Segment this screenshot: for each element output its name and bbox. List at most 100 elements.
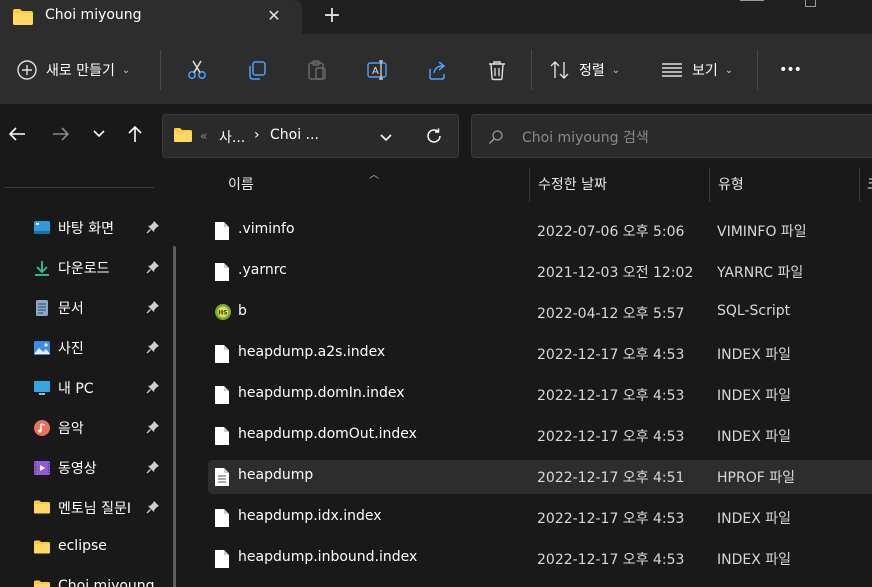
pin-icon	[146, 500, 160, 518]
file-icon	[214, 426, 230, 446]
address-dropdown-icon[interactable]	[379, 131, 393, 147]
back-button[interactable]	[2, 119, 32, 149]
video-icon	[33, 459, 51, 477]
file-type: YARNRC 파일	[717, 265, 804, 281]
tab-choi-miyoung[interactable]: Choi miyoung ✕	[0, 0, 302, 34]
file-row[interactable]: heapdump.inbound.index 2022-12-17 오후 4:5…	[208, 542, 872, 576]
file-name: heapdump	[238, 467, 314, 483]
sort-button[interactable]: 정렬 ⌄	[549, 52, 620, 88]
search-placeholder: Choi miyoung 검색	[522, 130, 649, 146]
folder-icon	[12, 8, 34, 30]
file-type: INDEX 파일	[717, 552, 792, 568]
sidebar-item-choi-miyoung[interactable]: Choi miyoung	[0, 568, 170, 587]
file-date: 2022-12-17 오후 4:53	[537, 552, 685, 568]
sort-icon	[550, 61, 569, 79]
view-button[interactable]: 보기 ⌄	[660, 52, 733, 88]
breadcrumb-separator: ›	[254, 127, 260, 143]
new-button-label: 새로 만들기	[46, 63, 115, 79]
column-header-date[interactable]: 수정한 날짜	[538, 174, 607, 194]
sort-label: 정렬	[579, 63, 605, 79]
file-date: 2022-12-17 오후 4:53	[537, 511, 685, 527]
sidebar-item-eclipse[interactable]: eclipse	[0, 528, 170, 568]
toolbar-divider	[757, 50, 758, 90]
file-date: 2022-12-17 오후 4:53	[537, 388, 685, 404]
toolbar-divider	[531, 50, 532, 90]
file-row[interactable]: heapdump.a2s.index 2022-12-17 오후 4:53 IN…	[208, 337, 872, 371]
sidebar-item-this-pc[interactable]: 내 PC	[0, 368, 170, 408]
column-divider[interactable]	[709, 168, 710, 202]
file-name: .viminfo	[238, 221, 295, 237]
view-label: 보기	[692, 63, 718, 79]
forward-button[interactable]	[46, 119, 76, 149]
download-icon	[33, 259, 51, 277]
sidebar-item-documents[interactable]: 문서	[0, 288, 170, 328]
breadcrumb-user[interactable]: 사...	[219, 127, 245, 147]
pictures-icon	[33, 339, 51, 357]
file-date: 2022-07-06 오후 5:06	[537, 224, 685, 240]
minimize-icon[interactable]	[740, 0, 764, 8]
paste-button[interactable]	[301, 54, 333, 86]
file-name: heapdump.idx.index	[238, 508, 382, 524]
address-bar[interactable]: « 사... › Choi ...	[162, 114, 459, 158]
file-row[interactable]: .yarnrc 2021-12-03 오전 12:02 YARNRC 파일	[208, 255, 872, 289]
sidebar-item-pictures[interactable]: 사진	[0, 328, 170, 368]
file-row[interactable]: HS b 2022-04-12 오후 5:57 SQL-Script	[208, 296, 872, 330]
up-button[interactable]	[120, 119, 150, 149]
delete-button[interactable]	[481, 54, 513, 86]
back-arrow-icon	[8, 127, 25, 141]
column-header-type[interactable]: 유형	[718, 174, 744, 194]
sidebar-item-music[interactable]: 음악	[0, 408, 170, 448]
new-button[interactable]: 새로 만들기 ⌄	[16, 52, 130, 88]
file-name: .yarnrc	[238, 262, 287, 278]
sidebar-item-mentor-folder[interactable]: 멘토님 질문I	[0, 488, 170, 528]
file-icon	[214, 344, 230, 364]
document-icon	[33, 299, 51, 317]
maximize-icon[interactable]	[805, 0, 816, 7]
toolbar-divider	[160, 50, 161, 90]
file-row[interactable]: heapdump.idx.index 2022-12-17 오후 4:53 IN…	[208, 501, 872, 535]
column-divider[interactable]	[529, 168, 530, 202]
file-name: heapdump.a2s.index	[238, 344, 386, 360]
svg-text:HS: HS	[218, 310, 227, 317]
cut-button[interactable]	[181, 54, 213, 86]
folder-icon	[33, 539, 51, 557]
new-tab-button[interactable]: +	[320, 3, 344, 29]
chevron-down-icon: ⌄	[121, 64, 131, 76]
file-icon	[214, 549, 230, 569]
file-type: INDEX 파일	[717, 511, 792, 527]
sort-ascending-icon: ︿	[369, 170, 379, 181]
column-header-size[interactable]: 크	[867, 174, 872, 194]
column-divider[interactable]	[859, 168, 860, 202]
file-row[interactable]: .viminfo 2022-07-06 오후 5:06 VIMINFO 파일	[208, 214, 872, 248]
command-bar: 새로 만들기 ⌄ A 정렬 ⌄ 보기 ⌄ •••	[0, 34, 872, 104]
up-arrow-icon	[128, 125, 142, 142]
file-row[interactable]: heapdump.domOut.index 2022-12-17 오후 4:53…	[208, 419, 872, 453]
refresh-icon[interactable]	[425, 127, 443, 149]
file-type: VIMINFO 파일	[717, 224, 807, 240]
copy-button[interactable]	[241, 54, 273, 86]
pin-icon	[146, 260, 160, 278]
sidebar-item-desktop[interactable]: 바탕 화면	[0, 208, 170, 248]
sidebar-item-downloads[interactable]: 다운로드	[0, 248, 170, 288]
rename-button[interactable]: A	[361, 54, 393, 86]
share-icon	[429, 61, 446, 80]
column-header-name[interactable]: 이름	[228, 174, 254, 194]
delete-icon	[489, 61, 505, 81]
sidebar-scrollbar[interactable]	[173, 246, 176, 587]
share-button[interactable]	[421, 54, 453, 86]
file-name: heapdump.inbound.index	[238, 549, 418, 565]
file-type: INDEX 파일	[717, 347, 792, 363]
sidebar-item-videos[interactable]: 동영상	[0, 448, 170, 488]
breadcrumb-overflow[interactable]: «	[200, 129, 207, 143]
sidebar-item-label: eclipse	[58, 538, 107, 554]
file-row[interactable]: heapdump.domIn.index 2022-12-17 오후 4:53 …	[208, 378, 872, 412]
recent-locations-button[interactable]	[84, 119, 114, 149]
pin-icon	[146, 380, 160, 398]
file-row-selected[interactable]: heapdump 2022-12-17 오후 4:51 HPROF 파일	[208, 460, 872, 494]
more-options-icon[interactable]: •••	[774, 54, 806, 86]
close-tab-icon[interactable]: ✕	[264, 4, 284, 28]
sidebar-item-label: Choi miyoung	[58, 578, 155, 587]
search-box[interactable]: Choi miyoung 검색	[471, 114, 872, 158]
text-file-icon	[214, 467, 230, 487]
breadcrumb-current[interactable]: Choi ...	[270, 127, 319, 143]
